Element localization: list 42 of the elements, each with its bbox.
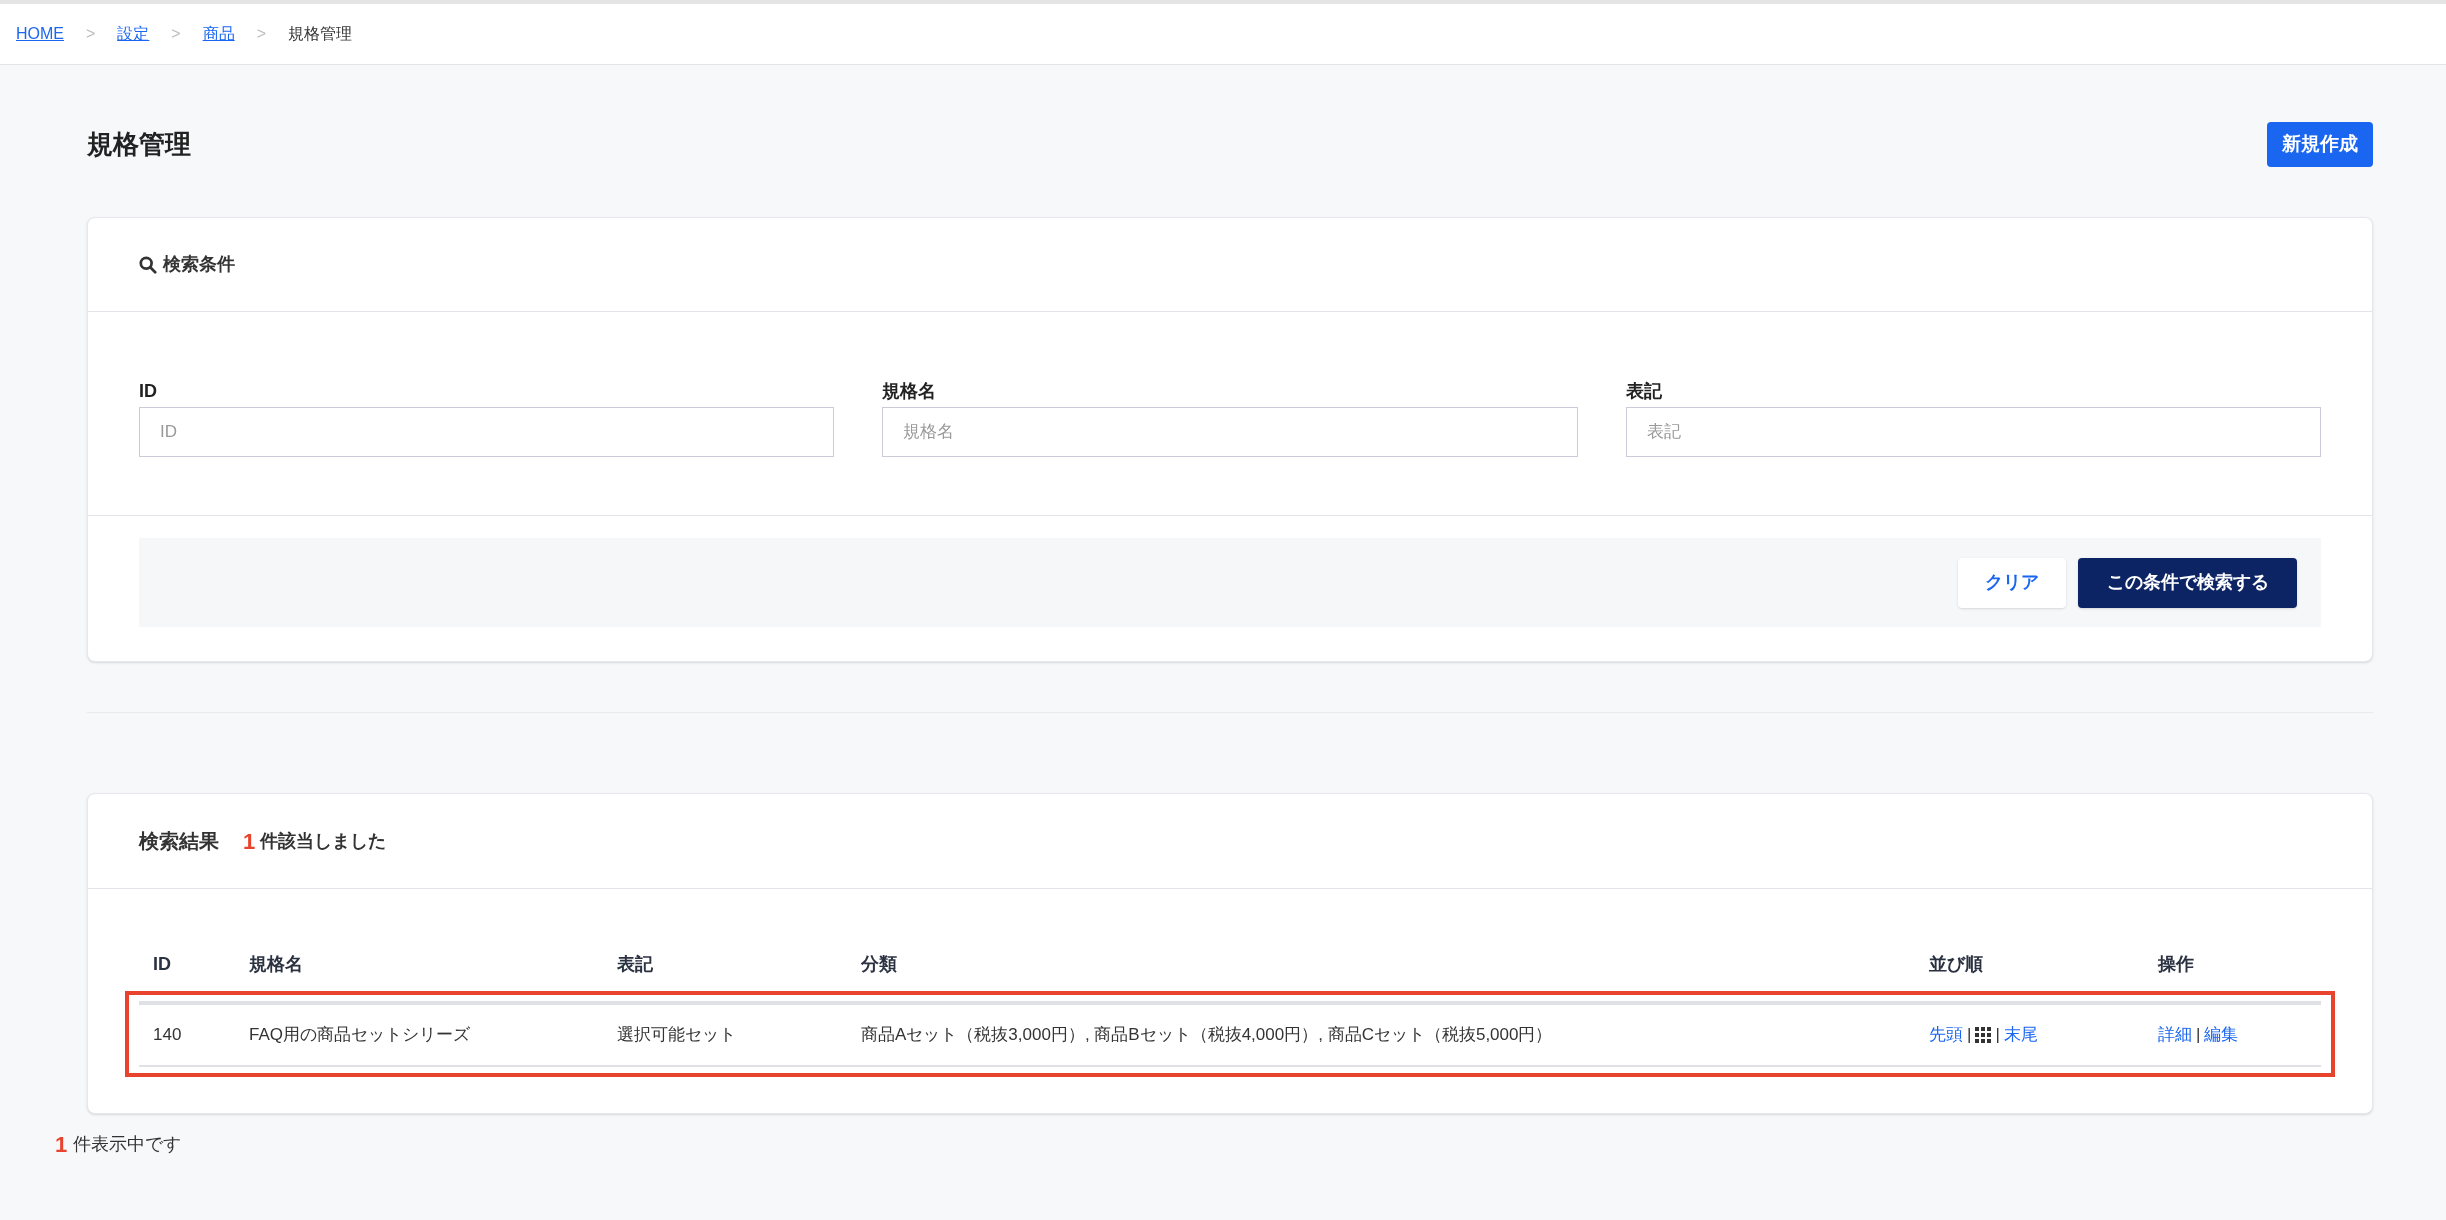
breadcrumb-link[interactable]: 商品 (202, 22, 235, 46)
breadcrumb-separator: > (171, 24, 181, 44)
breadcrumb-separator: > (86, 24, 96, 44)
search-icon (139, 255, 157, 274)
search-button[interactable]: この条件で検索する (2078, 557, 2297, 608)
column-header: 分類 (861, 953, 897, 974)
column-header: ID (153, 953, 171, 974)
breadcrumb-link[interactable]: HOME (16, 22, 64, 46)
breadcrumb-separator: > (256, 24, 267, 44)
separator: | (2196, 1024, 2201, 1047)
field-label: ID (139, 380, 158, 403)
new-button[interactable]: 新規作成 (2267, 121, 2373, 167)
page-title: 規格管理 (87, 127, 191, 161)
search-title: 検索条件 (163, 253, 235, 276)
input-field[interactable]: ID (139, 407, 835, 457)
grid-icon[interactable] (1975, 1027, 1992, 1043)
column-header: 並び順 (1929, 953, 1983, 974)
result-count-label: 件該当しました (260, 829, 387, 853)
result-count: 1 (243, 827, 256, 856)
table-cell: FAQ用の商品セットシリーズ (249, 1025, 470, 1045)
shown-count-label: 件表示中です (73, 1133, 182, 1156)
results-title: 検索結果 (139, 829, 219, 854)
column-header: 規格名 (249, 953, 303, 974)
input-field[interactable]: 規格名 (882, 407, 1578, 457)
field-label: 表記 (1625, 380, 1663, 403)
move-last-link[interactable]: 末尾 (2003, 1022, 2038, 1048)
field-label: 規格名 (882, 380, 938, 403)
detail-link[interactable]: 詳細 (2158, 1022, 2192, 1048)
breadcrumb-current: 規格管理 (288, 24, 353, 44)
edit-link[interactable]: 編集 (2204, 1022, 2239, 1048)
table-cell: 商品Aセット（税抜3,000円）, 商品Bセット（税抜4,000円）, 商品Cセット（税抜5,000円） (861, 1025, 1553, 1045)
input-field[interactable]: 表記 (1625, 407, 2321, 457)
table-cell: 選択可能セット (617, 1025, 736, 1045)
separator: | (1995, 1024, 2000, 1047)
column-header: 表記 (617, 953, 653, 974)
shown-count: 1 (55, 1131, 68, 1159)
separator: | (1967, 1024, 1972, 1047)
column-header: 操作 (2158, 953, 2194, 974)
clear-button[interactable]: クリア (1958, 557, 2066, 608)
breadcrumb-link[interactable]: 設定 (117, 22, 150, 46)
table-cell: 140 (153, 1025, 182, 1045)
move-first-link[interactable]: 先頭 (1929, 1022, 1963, 1048)
